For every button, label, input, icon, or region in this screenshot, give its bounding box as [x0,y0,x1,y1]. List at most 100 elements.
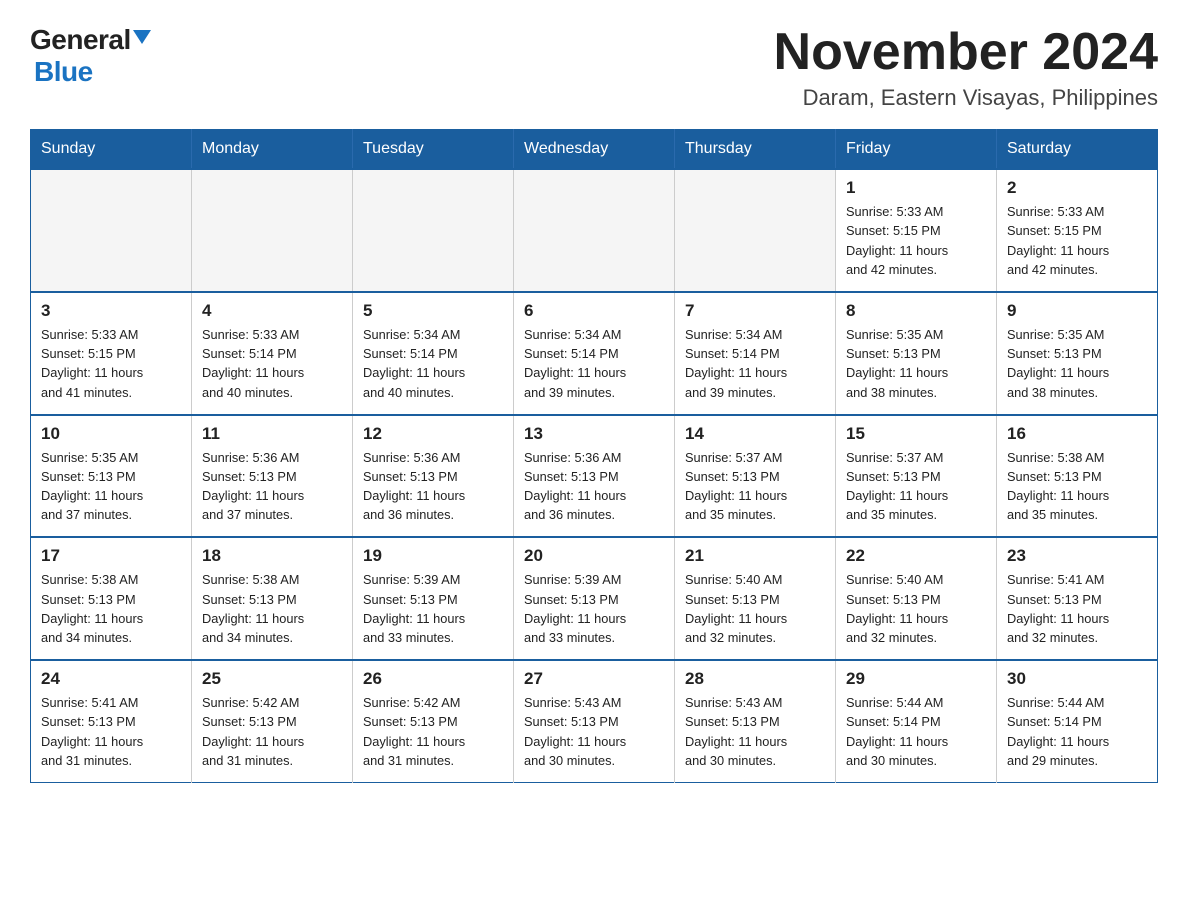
page-header: General Blue November 2024 Daram, Easter… [30,24,1158,111]
calendar-cell: 28 Sunrise: 5:43 AMSunset: 5:13 PMDayligh… [675,660,836,782]
weekday-header-tuesday: Tuesday [353,130,514,170]
calendar-cell: 11Sunrise: 5:36 AMSunset: 5:13 PMDayligh… [192,415,353,538]
weekday-header-saturday: Saturday [997,130,1158,170]
day-number: 26 [363,669,503,689]
calendar-cell: 10 Sunrise: 5:35 AMSunset: 5:13 PMDayligh… [31,415,192,538]
day-info: Sunrise: 5:44 AMSunset: 5:14 PMDaylight:… [846,693,986,770]
calendar-cell: 5 Sunrise: 5:34 AMSunset: 5:14 PMDaylight… [353,292,514,415]
day-number: 20 [524,546,664,566]
day-number: 3 [41,301,181,321]
calendar-cell: 7Sunrise: 5:34 AMSunset: 5:14 PMDaylight… [675,292,836,415]
day-info: Sunrise: 5:36 AMSunset: 5:13 PMDaylight:… [524,448,664,525]
calendar-cell: 13 Sunrise: 5:36 AMSunset: 5:13 PMDayligh… [514,415,675,538]
day-number: 25 [202,669,342,689]
day-info: Sunrise: 5:33 AMSunset: 5:14 PMDaylight:… [202,325,342,402]
day-number: 19 [363,546,503,566]
day-number: 15 [846,424,986,444]
calendar-title: November 2024 [774,24,1158,81]
calendar-cell: 14Sunrise: 5:37 AMSunset: 5:13 PMDayligh… [675,415,836,538]
calendar-week-3: 10 Sunrise: 5:35 AMSunset: 5:13 PMDayligh… [31,415,1158,538]
weekday-header-monday: Monday [192,130,353,170]
day-number: 27 [524,669,664,689]
day-number: 28 [685,669,825,689]
day-info: Sunrise: 5:34 AMSunset: 5:14 PMDaylight:… [524,325,664,402]
calendar-cell [31,169,192,292]
calendar-cell: 4Sunrise: 5:33 AMSunset: 5:14 PMDaylight… [192,292,353,415]
calendar-cell: 23 Sunrise: 5:41 AMSunset: 5:13 PMDayligh… [997,537,1158,660]
day-number: 6 [524,301,664,321]
calendar-cell: 9Sunrise: 5:35 AMSunset: 5:13 PMDaylight… [997,292,1158,415]
calendar-week-1: 1 Sunrise: 5:33 AMSunset: 5:15 PMDaylight… [31,169,1158,292]
logo-general: General [30,24,131,56]
day-info: Sunrise: 5:33 AMSunset: 5:15 PMDaylight:… [1007,202,1147,279]
day-number: 5 [363,301,503,321]
calendar-table: SundayMondayTuesdayWednesdayThursdayFrid… [30,129,1158,783]
calendar-cell [353,169,514,292]
calendar-week-2: 3Sunrise: 5:33 AMSunset: 5:15 PMDaylight… [31,292,1158,415]
calendar-cell: 29 Sunrise: 5:44 AMSunset: 5:14 PMDayligh… [836,660,997,782]
calendar-cell: 24 Sunrise: 5:41 AMSunset: 5:13 PMDayligh… [31,660,192,782]
calendar-cell: 21 Sunrise: 5:40 AMSunset: 5:13 PMDayligh… [675,537,836,660]
day-info: Sunrise: 5:38 AMSunset: 5:13 PMDaylight:… [1007,448,1147,525]
day-number: 10 [41,424,181,444]
calendar-cell: 27 Sunrise: 5:43 AMSunset: 5:13 PMDayligh… [514,660,675,782]
day-number: 21 [685,546,825,566]
calendar-cell [675,169,836,292]
day-number: 17 [41,546,181,566]
day-number: 12 [363,424,503,444]
day-info: Sunrise: 5:41 AMSunset: 5:13 PMDaylight:… [1007,570,1147,647]
day-info: Sunrise: 5:44 AMSunset: 5:14 PMDaylight:… [1007,693,1147,770]
day-info: Sunrise: 5:37 AMSunset: 5:13 PMDaylight:… [685,448,825,525]
logo-blue: Blue [30,56,93,87]
day-info: Sunrise: 5:38 AMSunset: 5:13 PMDaylight:… [41,570,181,647]
logo-triangle-icon [133,30,151,44]
calendar-cell: 16 Sunrise: 5:38 AMSunset: 5:13 PMDayligh… [997,415,1158,538]
weekday-header-friday: Friday [836,130,997,170]
calendar-cell: 17 Sunrise: 5:38 AMSunset: 5:13 PMDayligh… [31,537,192,660]
calendar-cell [514,169,675,292]
day-info: Sunrise: 5:36 AMSunset: 5:13 PMDaylight:… [363,448,503,525]
day-number: 22 [846,546,986,566]
day-info: Sunrise: 5:37 AMSunset: 5:13 PMDaylight:… [846,448,986,525]
calendar-cell: 26 Sunrise: 5:42 AMSunset: 5:13 PMDayligh… [353,660,514,782]
calendar-week-4: 17 Sunrise: 5:38 AMSunset: 5:13 PMDayligh… [31,537,1158,660]
day-info: Sunrise: 5:43 AMSunset: 5:13 PMDaylight:… [685,693,825,770]
day-info: Sunrise: 5:34 AMSunset: 5:14 PMDaylight:… [363,325,503,402]
calendar-cell: 22 Sunrise: 5:40 AMSunset: 5:13 PMDayligh… [836,537,997,660]
calendar-subtitle: Daram, Eastern Visayas, Philippines [774,85,1158,111]
day-info: Sunrise: 5:40 AMSunset: 5:13 PMDaylight:… [685,570,825,647]
calendar-cell: 25 Sunrise: 5:42 AMSunset: 5:13 PMDayligh… [192,660,353,782]
title-block: November 2024 Daram, Eastern Visayas, Ph… [774,24,1158,111]
day-info: Sunrise: 5:35 AMSunset: 5:13 PMDaylight:… [846,325,986,402]
day-info: Sunrise: 5:40 AMSunset: 5:13 PMDaylight:… [846,570,986,647]
logo: General Blue [30,24,151,88]
day-number: 18 [202,546,342,566]
day-number: 23 [1007,546,1147,566]
day-info: Sunrise: 5:42 AMSunset: 5:13 PMDaylight:… [202,693,342,770]
day-info: Sunrise: 5:35 AMSunset: 5:13 PMDaylight:… [1007,325,1147,402]
day-number: 13 [524,424,664,444]
day-info: Sunrise: 5:38 AMSunset: 5:13 PMDaylight:… [202,570,342,647]
day-number: 24 [41,669,181,689]
day-info: Sunrise: 5:35 AMSunset: 5:13 PMDaylight:… [41,448,181,525]
day-info: Sunrise: 5:41 AMSunset: 5:13 PMDaylight:… [41,693,181,770]
day-info: Sunrise: 5:39 AMSunset: 5:13 PMDaylight:… [363,570,503,647]
calendar-week-5: 24 Sunrise: 5:41 AMSunset: 5:13 PMDayligh… [31,660,1158,782]
calendar-cell [192,169,353,292]
day-number: 16 [1007,424,1147,444]
day-number: 30 [1007,669,1147,689]
day-number: 1 [846,178,986,198]
day-number: 29 [846,669,986,689]
calendar-cell: 3Sunrise: 5:33 AMSunset: 5:15 PMDaylight… [31,292,192,415]
day-info: Sunrise: 5:42 AMSunset: 5:13 PMDaylight:… [363,693,503,770]
day-info: Sunrise: 5:34 AMSunset: 5:14 PMDaylight:… [685,325,825,402]
day-number: 2 [1007,178,1147,198]
calendar-cell: 18 Sunrise: 5:38 AMSunset: 5:13 PMDayligh… [192,537,353,660]
calendar-cell: 12 Sunrise: 5:36 AMSunset: 5:13 PMDayligh… [353,415,514,538]
day-info: Sunrise: 5:43 AMSunset: 5:13 PMDaylight:… [524,693,664,770]
day-number: 8 [846,301,986,321]
day-info: Sunrise: 5:33 AMSunset: 5:15 PMDaylight:… [846,202,986,279]
calendar-cell: 2 Sunrise: 5:33 AMSunset: 5:15 PMDaylight… [997,169,1158,292]
day-number: 11 [202,424,342,444]
calendar-cell: 19 Sunrise: 5:39 AMSunset: 5:13 PMDayligh… [353,537,514,660]
